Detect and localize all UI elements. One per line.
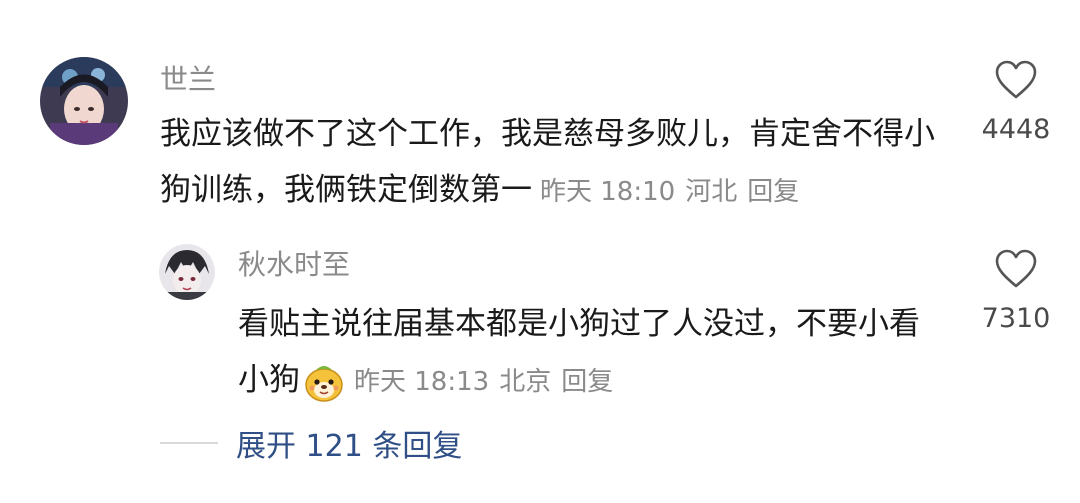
divider-line: [160, 442, 218, 444]
comment-meta: 昨天 18:10 河北 回复: [540, 177, 809, 207]
avatar-image: [40, 57, 128, 145]
like-count: 7310: [981, 303, 1051, 334]
comment-username[interactable]: 世兰: [160, 62, 216, 98]
comment-username[interactable]: 秋水时至: [238, 247, 350, 283]
comment-location: 北京: [499, 367, 552, 397]
avatar[interactable]: [159, 244, 215, 300]
comment-meta: 昨天 18:13 北京 回复: [354, 367, 623, 397]
avatar-image: [159, 244, 215, 300]
like-button[interactable]: 7310: [966, 249, 1066, 337]
heart-outline-icon: [995, 60, 1037, 99]
comment-location: 河北: [685, 177, 738, 207]
comment-time: 昨天 18:13: [354, 367, 490, 397]
like-button[interactable]: 4448: [966, 60, 1066, 148]
reply-button[interactable]: 回复: [747, 177, 799, 207]
avatar[interactable]: [40, 57, 128, 145]
comment-body: 看贴主说往届基本都是小狗过了人没过，不要小看小狗 昨天 18:13 北京 回复: [238, 296, 928, 410]
like-count: 4448: [981, 114, 1051, 145]
expand-replies[interactable]: 展开 121 条回复: [160, 418, 462, 468]
expand-replies-button[interactable]: 展开 121 条回复: [236, 421, 462, 465]
comment-body: 我应该做不了这个工作，我是慈母多败儿，肯定舍不得小狗训练，我俩铁定倒数第一 昨天 …: [160, 106, 960, 220]
dog-face-emoji-icon: [302, 360, 346, 404]
comment-time: 昨天 18:10: [540, 177, 676, 207]
heart-outline-icon: [995, 249, 1037, 288]
reply-button[interactable]: 回复: [561, 367, 613, 397]
